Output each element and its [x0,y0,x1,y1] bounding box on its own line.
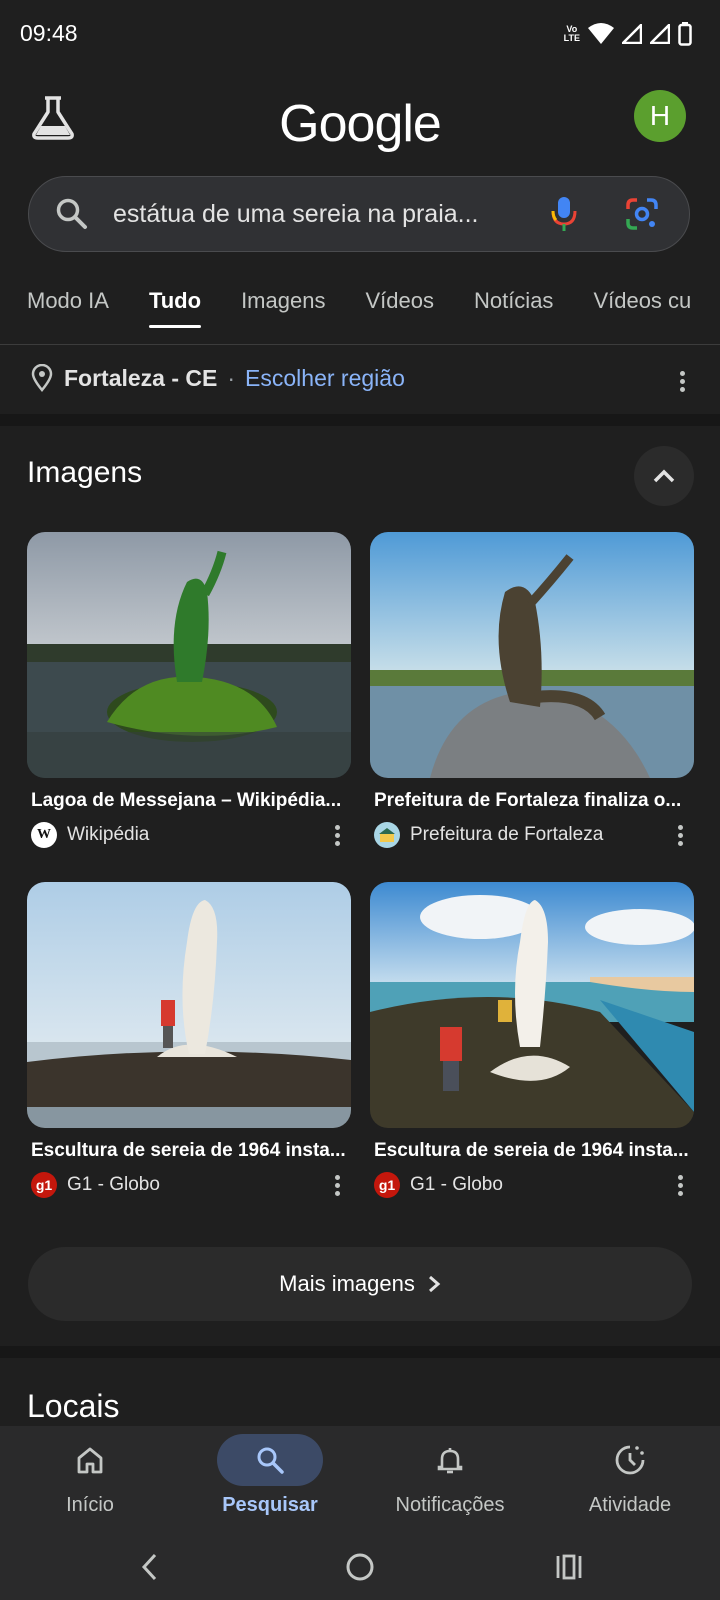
location-pin-icon [31,364,53,392]
places-section-title: Locais [27,1388,120,1424]
image-thumbnail[interactable] [370,882,694,1128]
mermaid-statue-photo [370,882,694,1128]
choose-region-link[interactable]: Escolher região [245,365,405,392]
tab-noticias[interactable]: Notícias [474,288,553,314]
mermaid-statue-photo [27,882,351,1128]
collapse-button[interactable] [634,446,694,506]
wikipedia-logo-icon: W [31,822,57,848]
mermaid-statue-photo [27,532,351,778]
tab-tudo[interactable]: Tudo [148,288,202,328]
search-input[interactable]: estátua de uma sereia na praia... [113,200,479,229]
image-source[interactable]: Prefeitura de Fortaleza [370,822,694,848]
nav-label: Início [66,1494,114,1516]
image-result-card[interactable]: Prefeitura de Fortaleza finaliza o... Pr… [370,532,694,848]
home-button-icon[interactable] [345,1552,375,1582]
wifi-icon [588,23,614,44]
nav-item-pesquisar[interactable]: Pesquisar [190,1434,350,1517]
image-result-card[interactable]: Lagoa de Messejana – Wikipédia... W Wiki… [27,532,351,848]
more-images-button[interactable]: Mais imagens [28,1247,692,1321]
image-source-name: G1 - Globo [67,1174,160,1195]
location-separator: · [227,364,236,391]
more-images-label: Mais imagens [279,1271,415,1296]
location-menu-icon[interactable] [680,368,686,395]
section-separator [0,414,720,426]
tab-videos-curtos[interactable]: Vídeos cu [593,288,691,314]
activity-icon [615,1445,645,1475]
more-options-icon[interactable] [335,1172,341,1199]
more-options-icon[interactable] [678,822,684,849]
tab-videos[interactable]: Vídeos [365,288,434,314]
microphone-icon[interactable] [549,195,579,233]
section-separator [0,1346,720,1358]
avatar[interactable]: H [634,90,686,142]
nav-item-atividade[interactable]: Atividade [550,1434,710,1517]
recent-apps-icon[interactable] [555,1553,583,1581]
back-icon[interactable] [140,1552,160,1582]
status-time: 09:48 [20,20,78,46]
chevron-up-icon [653,469,675,483]
mermaid-statue-photo [370,532,694,778]
chevron-right-icon [428,1275,441,1293]
image-thumbnail[interactable] [27,532,351,778]
g1-logo-icon: g1 [31,1172,57,1198]
search-icon [56,198,87,229]
battery-icon [678,22,692,46]
avatar-letter: H [649,100,671,131]
search-icon [257,1447,284,1474]
nav-label: Pesquisar [222,1494,318,1516]
nav-item-inicio[interactable]: Início [10,1434,170,1517]
g1-logo-icon: g1 [374,1172,400,1198]
image-caption[interactable]: Escultura de sereia de 1964 insta... [27,1140,347,1162]
image-source[interactable]: g1 G1 - Globo [370,1172,694,1198]
nav-item-notificacoes[interactable]: Notificações [370,1434,530,1517]
image-source-name: Wikipédia [67,824,150,845]
status-icons: Vo LTE [564,22,692,46]
image-result-card[interactable]: Escultura de sereia de 1964 insta... g1 … [27,882,351,1198]
tab-modo-ia[interactable]: Modo IA [27,288,109,314]
more-options-icon[interactable] [335,822,341,849]
location-city: Fortaleza - CE [64,364,218,391]
volte-icon: Vo LTE [563,24,580,43]
images-section-title: Imagens [27,456,143,489]
bell-icon [437,1448,463,1474]
tabs-divider [0,344,720,345]
image-result-card[interactable]: Escultura de sereia de 1964 insta... g1 … [370,882,694,1198]
image-source-name: Prefeitura de Fortaleza [410,824,604,845]
image-source[interactable]: W Wikipédia [27,822,351,848]
image-caption[interactable]: Prefeitura de Fortaleza finaliza o... [370,790,690,812]
signal-icon [650,24,670,44]
system-navigation-bar [0,1536,720,1600]
signal-icon [622,24,642,44]
image-source-name: G1 - Globo [410,1174,503,1195]
bottom-navigation: Início Pesquisar Notificações Atividade [0,1426,720,1536]
image-caption[interactable]: Escultura de sereia de 1964 insta... [370,1140,690,1162]
image-thumbnail[interactable] [27,882,351,1128]
search-bar[interactable]: estátua de uma sereia na praia... [28,176,690,252]
image-thumbnail[interactable] [370,532,694,778]
nav-label: Notificações [395,1494,505,1516]
prefeitura-logo-icon [374,822,400,848]
google-logo: Google [279,95,442,153]
image-caption[interactable]: Lagoa de Messejana – Wikipédia... [27,790,347,812]
tab-imagens[interactable]: Imagens [241,288,325,314]
location-row: Fortaleza - CE · Escolher região [30,364,405,392]
more-options-icon[interactable] [678,1172,684,1199]
nav-label: Atividade [588,1494,672,1516]
image-source[interactable]: g1 G1 - Globo [27,1172,351,1198]
home-icon [77,1447,103,1474]
google-lens-icon[interactable] [625,197,659,231]
search-tabs: Modo IA Tudo Imagens Vídeos Notícias Víd… [27,288,691,328]
